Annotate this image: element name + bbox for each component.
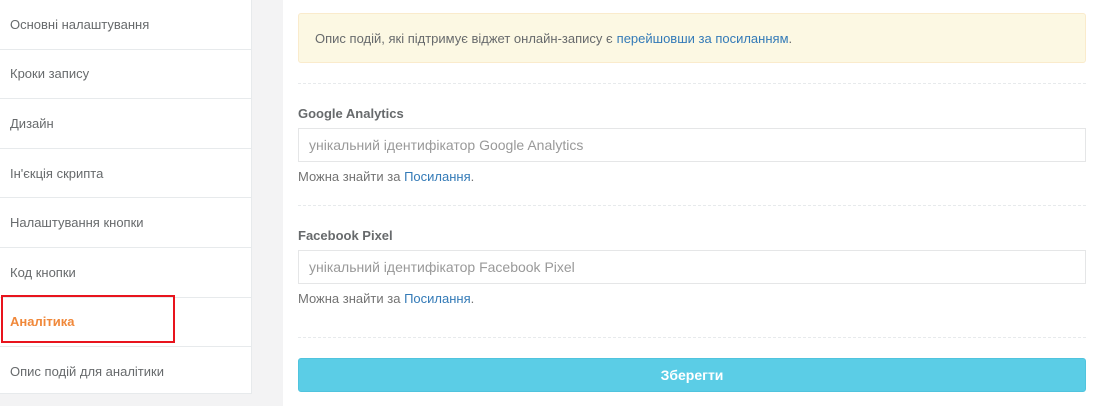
help-suffix: . <box>470 169 475 184</box>
sidebar-item-label: Опис подій для аналітики <box>10 364 164 380</box>
google-analytics-label: Google Analytics <box>298 106 404 121</box>
sidebar-item-design[interactable]: Дизайн <box>0 99 251 149</box>
help-suffix: . <box>470 291 475 306</box>
alert-suffix: . <box>788 30 793 46</box>
sidebar-item-analytics-events[interactable]: Опис подій для аналітики <box>0 347 251 397</box>
settings-sidebar: Основні налаштування Кроки запису Дизайн… <box>0 0 252 394</box>
sidebar-item-analytics[interactable]: Аналітика <box>0 298 251 348</box>
sidebar-item-button-settings[interactable]: Налаштування кнопки <box>0 198 251 248</box>
sidebar-item-label: Налаштування кнопки <box>10 215 144 231</box>
help-text: Можна знайти за <box>298 169 401 184</box>
help-text: Можна знайти за <box>298 291 401 306</box>
save-button[interactable]: Зберегти <box>298 358 1086 392</box>
sidebar-item-booking-steps[interactable]: Кроки запису <box>0 50 251 100</box>
sidebar-item-script-injection[interactable]: Ін'єкція скрипта <box>0 149 251 199</box>
sidebar-item-label: Основні налаштування <box>10 16 150 32</box>
google-analytics-input[interactable] <box>298 128 1086 162</box>
sidebar-item-label: Код кнопки <box>10 264 76 280</box>
facebook-pixel-input[interactable] <box>298 250 1086 284</box>
sidebar-item-label: Кроки запису <box>10 66 90 82</box>
section-divider <box>298 337 1086 338</box>
google-analytics-help: Можна знайти за Посилання. <box>298 169 474 184</box>
sidebar-item-label: Ін'єкція скрипта <box>10 165 104 181</box>
google-analytics-help-link[interactable]: Посилання <box>404 169 471 184</box>
facebook-pixel-help: Можна знайти за Посилання. <box>298 291 474 306</box>
sidebar-item-label: Дизайн <box>10 115 54 131</box>
facebook-pixel-label: Facebook Pixel <box>298 228 393 243</box>
facebook-pixel-help-link[interactable]: Посилання <box>404 291 471 306</box>
sidebar-item-basic-settings[interactable]: Основні налаштування <box>0 0 251 50</box>
alert-link[interactable]: перейшовши за посиланням <box>617 31 789 46</box>
section-divider <box>298 83 1086 84</box>
analytics-settings-panel: Опис подій, які підтримує віджет онлайн-… <box>283 0 1093 406</box>
section-divider <box>298 205 1086 206</box>
info-alert: Опис подій, які підтримує віджет онлайн-… <box>298 13 1086 63</box>
sidebar-item-label: Аналітика <box>10 314 75 330</box>
alert-text: Опис подій, які підтримує віджет онлайн-… <box>315 30 613 46</box>
sidebar-item-button-code[interactable]: Код кнопки <box>0 248 251 298</box>
